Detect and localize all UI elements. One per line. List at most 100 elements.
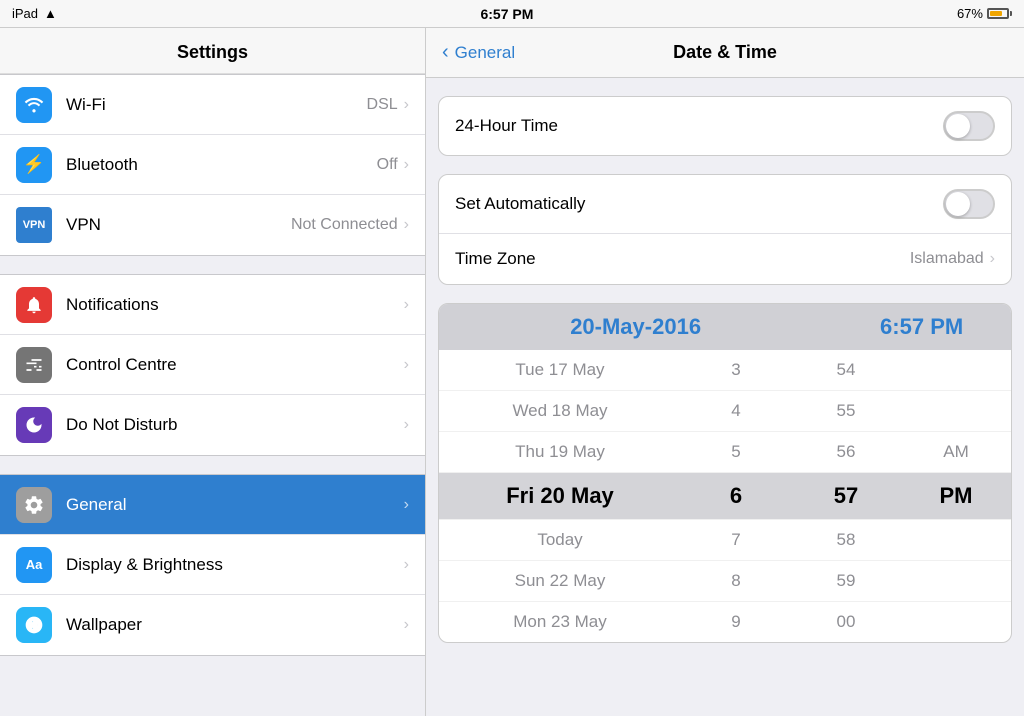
- settings-title: Settings: [0, 28, 425, 74]
- picker-min-cell: 58: [791, 530, 901, 550]
- picker-row[interactable]: Sun 22 May859: [439, 561, 1011, 602]
- bluetooth-value: Off: [377, 156, 398, 174]
- general-label: General: [66, 495, 404, 515]
- card-24hour: 24-Hour Time: [438, 96, 1012, 156]
- sidebar-item-control[interactable]: Control Centre ›: [0, 335, 425, 395]
- picker-date-cell: Fri 20 May: [439, 483, 681, 509]
- display-icon: Aa: [16, 547, 52, 583]
- right-content: 24-Hour Time Set Automatically Time Zone…: [426, 78, 1024, 716]
- sidebar-item-notifications[interactable]: Notifications ›: [0, 275, 425, 335]
- wallpaper-icon: [16, 607, 52, 643]
- picker-hour-cell: 9: [681, 612, 791, 632]
- sidebar-item-bluetooth[interactable]: ⚡ Bluetooth Off ›: [0, 135, 425, 195]
- battery-pct-label: 67%: [957, 6, 983, 21]
- row-setauto: Set Automatically: [439, 175, 1011, 234]
- vpn-icon: VPN: [16, 207, 52, 243]
- picker-row[interactable]: Thu 19 May556AM: [439, 432, 1011, 473]
- status-right: 67%: [957, 6, 1012, 21]
- picker-hour-cell: 6: [681, 483, 791, 509]
- dnd-icon: [16, 407, 52, 443]
- bluetooth-chevron: ›: [404, 156, 409, 174]
- sidebar-item-general[interactable]: General ›: [0, 475, 425, 535]
- picker-selected-header: 20-May-2016 6:57 PM: [439, 304, 1011, 350]
- battery-icon: [987, 8, 1012, 19]
- card-auto-tz: Set Automatically Time Zone Islamabad ›: [438, 174, 1012, 285]
- ipad-label: iPad: [12, 6, 38, 21]
- wallpaper-chevron: ›: [404, 616, 409, 634]
- right-header: ‹ General Date & Time: [426, 28, 1024, 78]
- picker-hour-cell: 8: [681, 571, 791, 591]
- picker-hour-cell: 5: [681, 442, 791, 462]
- picker-min-cell: 56: [791, 442, 901, 462]
- picker-hour-cell: 4: [681, 401, 791, 421]
- picker-date-cell: Tue 17 May: [439, 360, 681, 380]
- timezone-value: Islamabad: [910, 250, 984, 268]
- dnd-chevron: ›: [404, 416, 409, 434]
- picker-min-cell: 55: [791, 401, 901, 421]
- picker-date-cell: Wed 18 May: [439, 401, 681, 421]
- sidebar-item-dnd[interactable]: Do Not Disturb ›: [0, 395, 425, 455]
- picker-rows: Tue 17 May354Wed 18 May455Thu 19 May556A…: [439, 350, 1011, 642]
- sidebar-item-vpn[interactable]: VPN VPN Not Connected ›: [0, 195, 425, 255]
- status-bar: iPad ▲ 6:57 PM 67%: [0, 0, 1024, 28]
- picker-min-cell: 57: [791, 483, 901, 509]
- settings-group-display: General › Aa Display & Brightness › Wall…: [0, 474, 425, 656]
- left-panel: Settings Wi-Fi DSL › ⚡ Bluetooth Off ›: [0, 28, 426, 716]
- picker-ampm-cell: AM: [901, 442, 1011, 462]
- sidebar-item-wallpaper[interactable]: Wallpaper ›: [0, 595, 425, 655]
- back-button[interactable]: ‹ General: [442, 41, 515, 64]
- picker-date-cell: Sun 22 May: [439, 571, 681, 591]
- setauto-toggle[interactable]: [943, 189, 995, 219]
- setauto-label: Set Automatically: [455, 194, 943, 214]
- page-title: Date & Time: [673, 42, 777, 63]
- picker-row[interactable]: Wed 18 May455: [439, 391, 1011, 432]
- vpn-label: VPN: [66, 215, 291, 235]
- bluetooth-label: Bluetooth: [66, 155, 377, 175]
- picker-row[interactable]: Today758: [439, 520, 1011, 561]
- timezone-label: Time Zone: [455, 249, 910, 269]
- picker-min-cell: 00: [791, 612, 901, 632]
- control-icon: [16, 347, 52, 383]
- back-chevron-icon: ‹: [442, 41, 449, 64]
- wifi-chevron: ›: [404, 96, 409, 114]
- date-time-picker[interactable]: 20-May-2016 6:57 PM Tue 17 May354Wed 18 …: [438, 303, 1012, 643]
- picker-ampm-cell: [901, 530, 1011, 550]
- status-time: 6:57 PM: [480, 6, 533, 22]
- picker-ampm-cell: [901, 360, 1011, 380]
- wifi-value: DSL: [367, 96, 398, 114]
- picker-hour-cell: 7: [681, 530, 791, 550]
- 24hour-toggle[interactable]: [943, 111, 995, 141]
- wifi-label: Wi-Fi: [66, 95, 367, 115]
- picker-row[interactable]: Tue 17 May354: [439, 350, 1011, 391]
- sidebar-item-wifi[interactable]: Wi-Fi DSL ›: [0, 75, 425, 135]
- bluetooth-icon: ⚡: [16, 147, 52, 183]
- notifications-chevron: ›: [404, 296, 409, 314]
- right-panel: ‹ General Date & Time 24-Hour Time Set A…: [426, 28, 1024, 716]
- dnd-label: Do Not Disturb: [66, 415, 404, 435]
- picker-ampm-cell: [901, 571, 1011, 591]
- picker-row[interactable]: Fri 20 May657PM: [439, 473, 1011, 520]
- wallpaper-label: Wallpaper: [66, 615, 404, 635]
- picker-min-cell: 54: [791, 360, 901, 380]
- notifications-icon: [16, 287, 52, 323]
- back-label: General: [455, 43, 515, 63]
- picker-date-cell: Mon 23 May: [439, 612, 681, 632]
- general-icon: [16, 487, 52, 523]
- picker-ampm-cell: PM: [901, 483, 1011, 509]
- display-label: Display & Brightness: [66, 555, 404, 575]
- status-left: iPad ▲: [12, 6, 57, 21]
- picker-hour-cell: 3: [681, 360, 791, 380]
- toggle-knob: [946, 114, 970, 138]
- picker-ampm-cell: [901, 401, 1011, 421]
- sidebar-item-display[interactable]: Aa Display & Brightness ›: [0, 535, 425, 595]
- row-timezone[interactable]: Time Zone Islamabad ›: [439, 234, 1011, 284]
- picker-selected-time: 6:57 PM: [832, 314, 1011, 340]
- 24hour-label: 24-Hour Time: [455, 116, 943, 136]
- picker-date-cell: Today: [439, 530, 681, 550]
- picker-row[interactable]: Mon 23 May900: [439, 602, 1011, 642]
- picker-min-cell: 59: [791, 571, 901, 591]
- control-label: Control Centre: [66, 355, 404, 375]
- wifi-icon: ▲: [44, 6, 57, 21]
- timezone-chevron: ›: [990, 250, 995, 268]
- picker-selected-date: 20-May-2016: [439, 314, 832, 340]
